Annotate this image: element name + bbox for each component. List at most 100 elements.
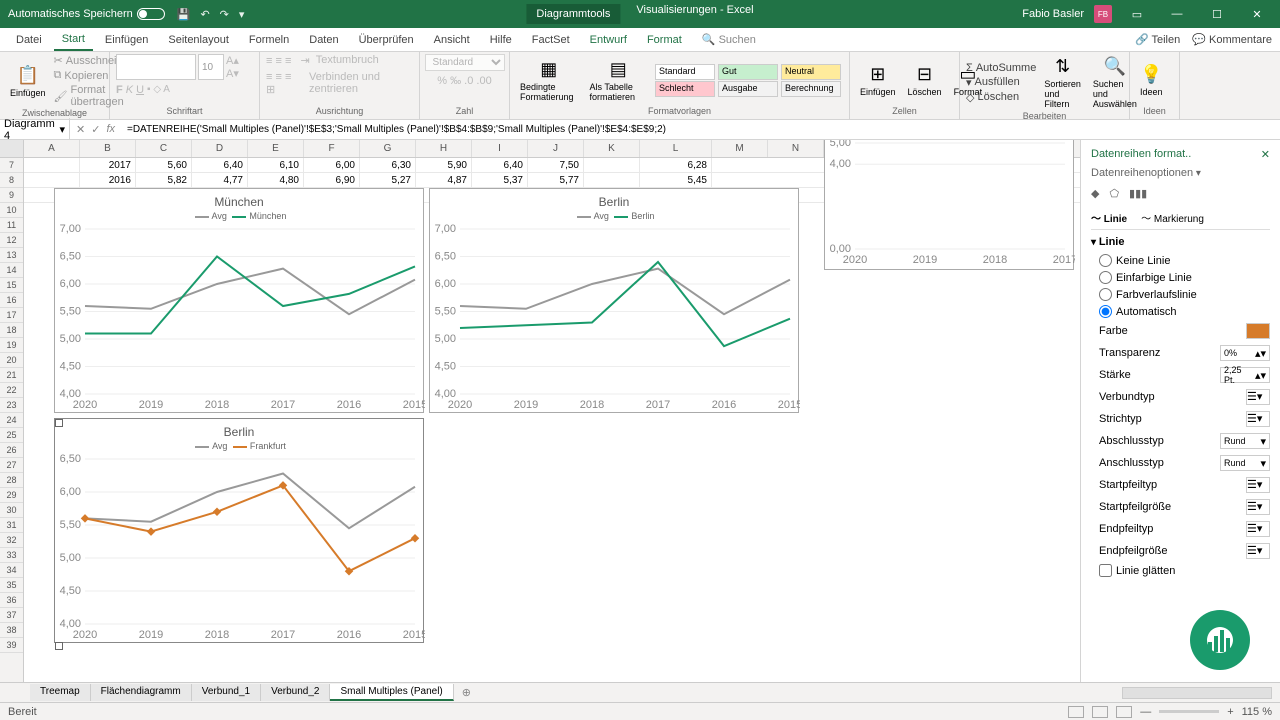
cell[interactable]: 5,45	[640, 173, 712, 187]
fill-button[interactable]: ▾ Ausfüllen	[966, 76, 1036, 89]
maximize-icon[interactable]: ☐	[1202, 8, 1232, 21]
ribbon-tab-überprüfen[interactable]: Überprüfen	[351, 30, 422, 50]
ribbon-tab-daten[interactable]: Daten	[301, 30, 346, 50]
ideas-button[interactable]: 💡Ideen	[1136, 62, 1167, 99]
worksheet-grid[interactable]: ABCDEFGHIJKLMNOPQ 20175,606,406,106,006,…	[24, 140, 1080, 682]
insert-cells-button[interactable]: ⊞Einfügen	[856, 62, 900, 99]
zoom-level[interactable]: 115 %	[1242, 706, 1272, 718]
effects-icon[interactable]: ⬠	[1109, 187, 1119, 200]
close-pane-icon[interactable]: ✕	[1261, 148, 1270, 161]
chart[interactable]: 0,004,005,002020201920182017	[824, 140, 1074, 270]
autosave-toggle[interactable]: Automatisches Speichern	[8, 8, 165, 20]
line-type-radio[interactable]: Automatisch	[1091, 303, 1270, 320]
line-tab[interactable]: 〜 Linie	[1091, 210, 1127, 225]
line-type-radio[interactable]: Farbverlaufslinie	[1091, 286, 1270, 303]
ribbon-tab-format[interactable]: Format	[639, 30, 690, 50]
paste-button[interactable]: 📋Einfügen	[6, 63, 50, 100]
save-icon[interactable]: 💾	[177, 8, 191, 21]
format-as-table-button[interactable]: ▤Als Tabelle formatieren	[586, 57, 651, 104]
conditional-format-button[interactable]: ▦Bedingte Formatierung	[516, 57, 582, 104]
normal-view-button[interactable]	[1068, 706, 1084, 718]
cell[interactable]: 6,10	[248, 158, 304, 172]
cell[interactable]: 6,40	[472, 158, 528, 172]
page-break-button[interactable]	[1116, 706, 1132, 718]
wrap-text-button[interactable]: Textumbruch	[316, 54, 379, 67]
cell[interactable]: 5,90	[416, 158, 472, 172]
user-name[interactable]: Fabio Basler	[1022, 8, 1084, 20]
series-options-dropdown[interactable]: Datenreihenoptionen	[1091, 167, 1193, 179]
confirm-formula-icon[interactable]: ✓	[91, 123, 100, 136]
line-property-row[interactable]: AbschlusstypRund▾	[1091, 430, 1270, 452]
cell-style[interactable]: Gut	[718, 64, 778, 80]
cell-style[interactable]: Schlecht	[655, 81, 715, 97]
cell[interactable]: 5,77	[528, 173, 584, 187]
sheet-tab[interactable]: Treemap	[30, 684, 91, 701]
cell[interactable]	[24, 158, 80, 172]
line-property-row[interactable]: Stärke2,25 Pt.▴▾	[1091, 364, 1270, 386]
cell[interactable]: 6,30	[360, 158, 416, 172]
line-property-row[interactable]: Startpfeilgröße☰▾	[1091, 496, 1270, 518]
sheet-tab[interactable]: Verbund_2	[261, 684, 330, 701]
cell[interactable]: 6,00	[304, 158, 360, 172]
cell[interactable]: 5,37	[472, 173, 528, 187]
series-options-icon[interactable]: ▮▮▮	[1129, 187, 1147, 200]
zoom-out-button[interactable]: —	[1140, 706, 1151, 718]
chart[interactable]: MünchenAvg München 4,004,505,005,506,006…	[54, 188, 424, 413]
comments-button[interactable]: 💬 Kommentare	[1192, 33, 1272, 46]
avatar[interactable]: FB	[1094, 5, 1112, 23]
chart[interactable]: BerlinAvg Berlin 4,004,505,005,506,006,5…	[429, 188, 799, 413]
search-box[interactable]: 🔍 Suchen	[702, 33, 756, 46]
cell[interactable]: 6,28	[640, 158, 712, 172]
ribbon-tab-formeln[interactable]: Formeln	[241, 30, 297, 50]
cell[interactable]: 5,82	[136, 173, 192, 187]
cell[interactable]: 5,27	[360, 173, 416, 187]
select-all-corner[interactable]	[0, 140, 23, 158]
cell[interactable]: 4,77	[192, 173, 248, 187]
cell[interactable]	[584, 158, 640, 172]
delete-cells-button[interactable]: ⊟Löschen	[904, 62, 946, 99]
cell-style[interactable]: Ausgabe	[718, 81, 778, 97]
cell-style[interactable]: Standard	[655, 64, 715, 80]
marker-tab[interactable]: 〜 Markierung	[1141, 210, 1204, 225]
chart[interactable]: BerlinAvg Frankfurt 4,004,505,005,506,00…	[54, 418, 424, 643]
font-family-select[interactable]	[116, 54, 196, 80]
new-sheet-button[interactable]: ⊕	[454, 684, 479, 701]
cell[interactable]: 6,90	[304, 173, 360, 187]
ribbon-tab-hilfe[interactable]: Hilfe	[482, 30, 520, 50]
cancel-formula-icon[interactable]: ✕	[76, 123, 85, 136]
cell[interactable]: 2016	[80, 173, 136, 187]
ribbon-tab-ansicht[interactable]: Ansicht	[426, 30, 478, 50]
fx-icon[interactable]: fx	[106, 123, 115, 136]
cell-style[interactable]: Neutral	[781, 64, 841, 80]
minimize-icon[interactable]: —	[1162, 8, 1192, 20]
ribbon-tab-entwurf[interactable]: Entwurf	[582, 30, 635, 50]
autosum-button[interactable]: Σ AutoSumme	[966, 62, 1036, 74]
clear-button[interactable]: ◇ Löschen	[966, 91, 1036, 104]
sheet-tab[interactable]: Flächendiagramm	[91, 684, 192, 701]
cell-style[interactable]: Berechnung	[781, 81, 841, 97]
formula-input[interactable]: =DATENREIHE('Small Multiples (Panel)'!$E…	[121, 124, 1280, 135]
line-type-radio[interactable]: Keine Linie	[1091, 252, 1270, 269]
cell[interactable]: 4,87	[416, 173, 472, 187]
line-section-header[interactable]: ▾ Linie	[1091, 236, 1270, 248]
redo-icon[interactable]: ↷	[220, 8, 229, 21]
row-headers[interactable]: 7891011121314151617181920212223242526272…	[0, 140, 24, 682]
line-property-row[interactable]: AnschlusstypRund▾	[1091, 452, 1270, 474]
qat-more-icon[interactable]: ▾	[239, 8, 245, 21]
zoom-in-button[interactable]: +	[1227, 706, 1233, 718]
zoom-slider[interactable]	[1159, 710, 1219, 713]
close-icon[interactable]: ✕	[1242, 8, 1272, 21]
cell[interactable]: 5,60	[136, 158, 192, 172]
cell[interactable]: 4,80	[248, 173, 304, 187]
smooth-line-checkbox[interactable]: Linie glätten	[1091, 562, 1270, 579]
font-size-select[interactable]	[198, 54, 224, 80]
line-property-row[interactable]: Farbe	[1091, 320, 1270, 342]
line-property-row[interactable]: Endpfeiltyp☰▾	[1091, 518, 1270, 540]
cell[interactable]	[584, 173, 640, 187]
cell[interactable]: 2017	[80, 158, 136, 172]
line-property-row[interactable]: Verbundtyp☰▾	[1091, 386, 1270, 408]
page-layout-button[interactable]	[1092, 706, 1108, 718]
ribbon-tab-start[interactable]: Start	[54, 29, 93, 51]
line-property-row[interactable]: Endpfeilgröße☰▾	[1091, 540, 1270, 562]
line-property-row[interactable]: Transparenz0%▴▾	[1091, 342, 1270, 364]
